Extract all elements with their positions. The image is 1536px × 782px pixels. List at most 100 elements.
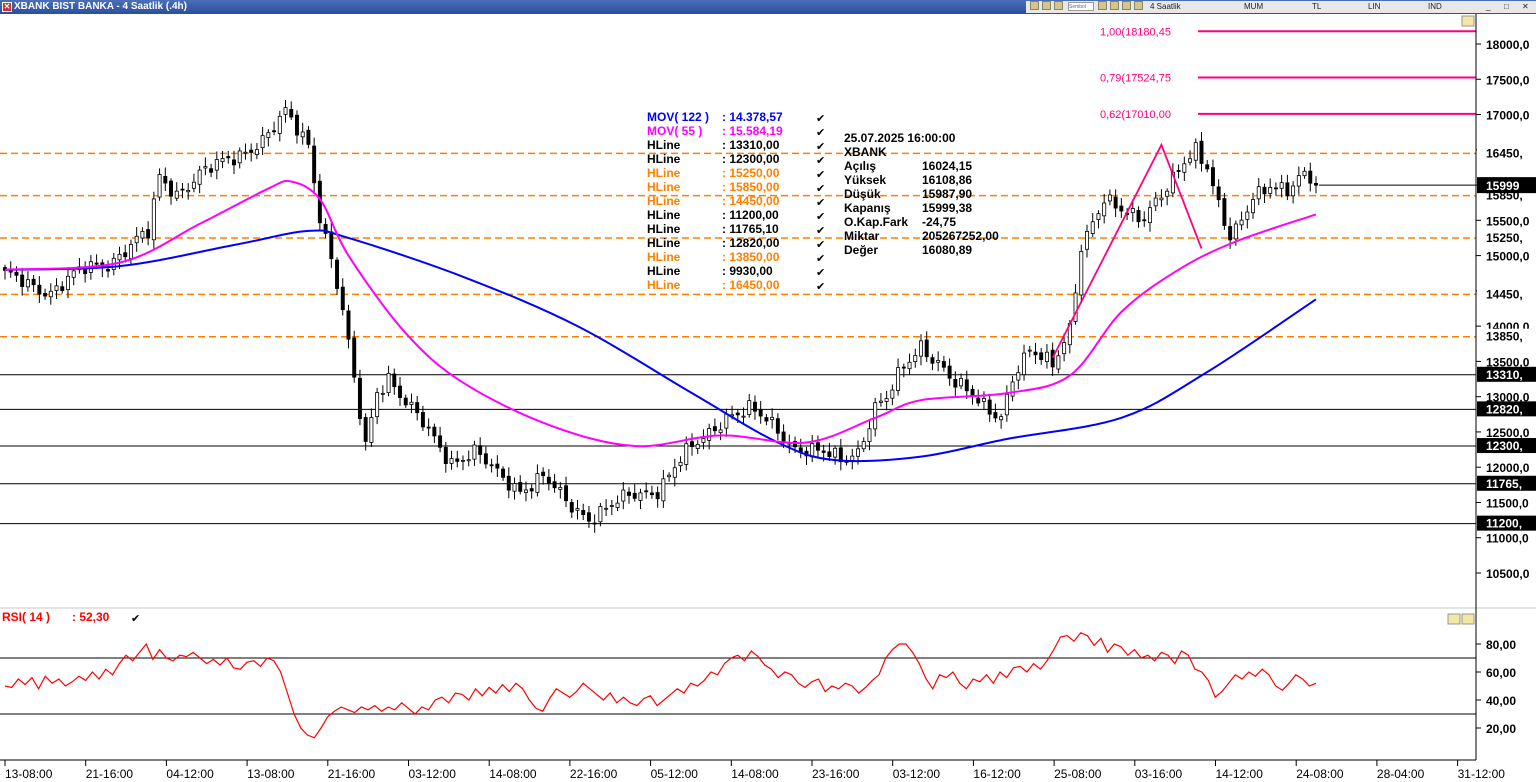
price-candle[interactable] (146, 221, 151, 246)
price-candle[interactable] (907, 353, 912, 375)
price-candle[interactable] (936, 351, 941, 372)
price-candle[interactable] (289, 101, 294, 120)
price-candle[interactable] (655, 486, 660, 508)
price-candle[interactable] (546, 469, 551, 491)
price-candle[interactable] (981, 391, 986, 411)
price-candle[interactable] (976, 389, 981, 407)
price-candle[interactable] (163, 167, 168, 192)
price-candle[interactable] (386, 365, 391, 397)
price-candle[interactable] (1102, 193, 1107, 224)
price-candle[interactable] (432, 423, 437, 444)
price-candle[interactable] (804, 447, 809, 466)
price-candle[interactable] (541, 467, 546, 485)
price-candle[interactable] (169, 178, 173, 205)
price-candle[interactable] (1136, 206, 1141, 228)
legend-entry[interactable]: HLine: 13310,00 ✔ (647, 138, 825, 153)
rsi-line[interactable] (4, 632, 1317, 739)
price-candle[interactable] (1090, 213, 1095, 237)
price-candle[interactable] (438, 426, 443, 453)
price-candle[interactable] (249, 143, 254, 162)
legend-entry[interactable]: HLine: 13850,00 ✔ (647, 250, 825, 265)
legend-entry[interactable]: HLine: 11765,10 ✔ (647, 222, 825, 237)
price-candle[interactable] (941, 356, 946, 372)
price-candle[interactable] (1096, 210, 1101, 229)
price-candle[interactable] (787, 434, 792, 454)
price-candle[interactable] (140, 227, 145, 243)
price-candle[interactable] (237, 147, 242, 169)
price-candle[interactable] (466, 450, 471, 467)
price-candle[interactable] (478, 437, 483, 464)
price-candle[interactable] (913, 348, 918, 368)
price-candle[interactable] (592, 514, 597, 533)
price-candle[interactable] (695, 440, 700, 454)
price-candle[interactable] (1193, 138, 1198, 169)
price-candle[interactable] (878, 393, 883, 407)
price-candle[interactable] (667, 472, 672, 482)
price-candle[interactable] (861, 437, 866, 452)
price-candle[interactable] (1314, 176, 1318, 194)
price-candle[interactable] (472, 440, 477, 466)
price-candle[interactable] (1279, 174, 1284, 198)
price-candle[interactable] (455, 450, 460, 468)
price-candle[interactable] (758, 401, 763, 424)
price-candle[interactable] (357, 369, 362, 426)
legend-visible-check-icon[interactable]: ✔ (816, 168, 825, 181)
price-candle[interactable] (77, 257, 82, 274)
price-candle[interactable] (506, 467, 511, 499)
legend-entry[interactable]: HLine: 9930,00 ✔ (647, 264, 825, 279)
price-candle[interactable] (260, 126, 265, 155)
price-candle[interactable] (1308, 162, 1313, 192)
price-candle[interactable] (649, 485, 654, 499)
legend-entry[interactable]: MOV( 55 ): 15.584,19 ✔ (647, 124, 825, 139)
price-candle[interactable] (1119, 197, 1124, 218)
price-candle[interactable] (987, 393, 992, 422)
price-candle[interactable] (1170, 163, 1175, 198)
price-candle[interactable] (461, 455, 465, 471)
price-candle[interactable] (838, 438, 843, 471)
price-candle[interactable] (896, 358, 901, 396)
price-candle[interactable] (306, 126, 311, 149)
price-candle[interactable] (1113, 189, 1118, 218)
legend-visible-check-icon[interactable]: ✔ (816, 140, 825, 153)
price-candle[interactable] (106, 260, 111, 278)
price-candle[interactable] (489, 458, 494, 473)
legend-entry[interactable]: HLine: 15250,00 ✔ (647, 166, 825, 181)
legend-visible-check-icon[interactable]: ✔ (816, 210, 825, 223)
price-candle[interactable] (644, 482, 649, 499)
price-candle[interactable] (1182, 156, 1187, 181)
price-candle[interactable] (615, 495, 620, 512)
price-candle[interactable] (214, 151, 219, 180)
price-candle[interactable] (1285, 174, 1290, 201)
price-candle[interactable] (157, 168, 162, 201)
price-candle[interactable] (529, 484, 534, 499)
price-candle[interactable] (752, 395, 757, 420)
price-candle[interactable] (191, 173, 196, 193)
price-candle[interactable] (678, 456, 683, 472)
price-candle[interactable] (134, 227, 139, 252)
price-candle[interactable] (1210, 159, 1215, 195)
price-candle[interactable] (501, 466, 506, 481)
price-candle[interactable] (375, 387, 380, 425)
price-candle[interactable] (712, 418, 717, 436)
price-candle[interactable] (1153, 191, 1158, 212)
price-candle[interactable] (833, 445, 838, 465)
price-candle[interactable] (1107, 189, 1112, 206)
price-candle[interactable] (71, 267, 76, 286)
price-candle[interactable] (632, 484, 637, 502)
price-candle[interactable] (1142, 211, 1147, 227)
price-candle[interactable] (523, 481, 528, 502)
price-candle[interactable] (369, 408, 374, 448)
price-candle[interactable] (1004, 385, 1009, 422)
price-candle[interactable] (1016, 365, 1021, 390)
legend-visible-check-icon[interactable]: ✔ (816, 154, 825, 167)
price-candle[interactable] (999, 413, 1004, 429)
price-candle[interactable] (1296, 166, 1301, 195)
price-candle[interactable] (186, 183, 191, 200)
price-candle[interactable] (564, 476, 569, 508)
price-candle[interactable] (54, 278, 59, 299)
price-candle[interactable] (604, 499, 609, 516)
price-candle[interactable] (283, 99, 288, 123)
price-candle[interactable] (609, 499, 614, 516)
price-candle[interactable] (638, 488, 643, 510)
panel-options-icon[interactable] (1461, 15, 1475, 27)
